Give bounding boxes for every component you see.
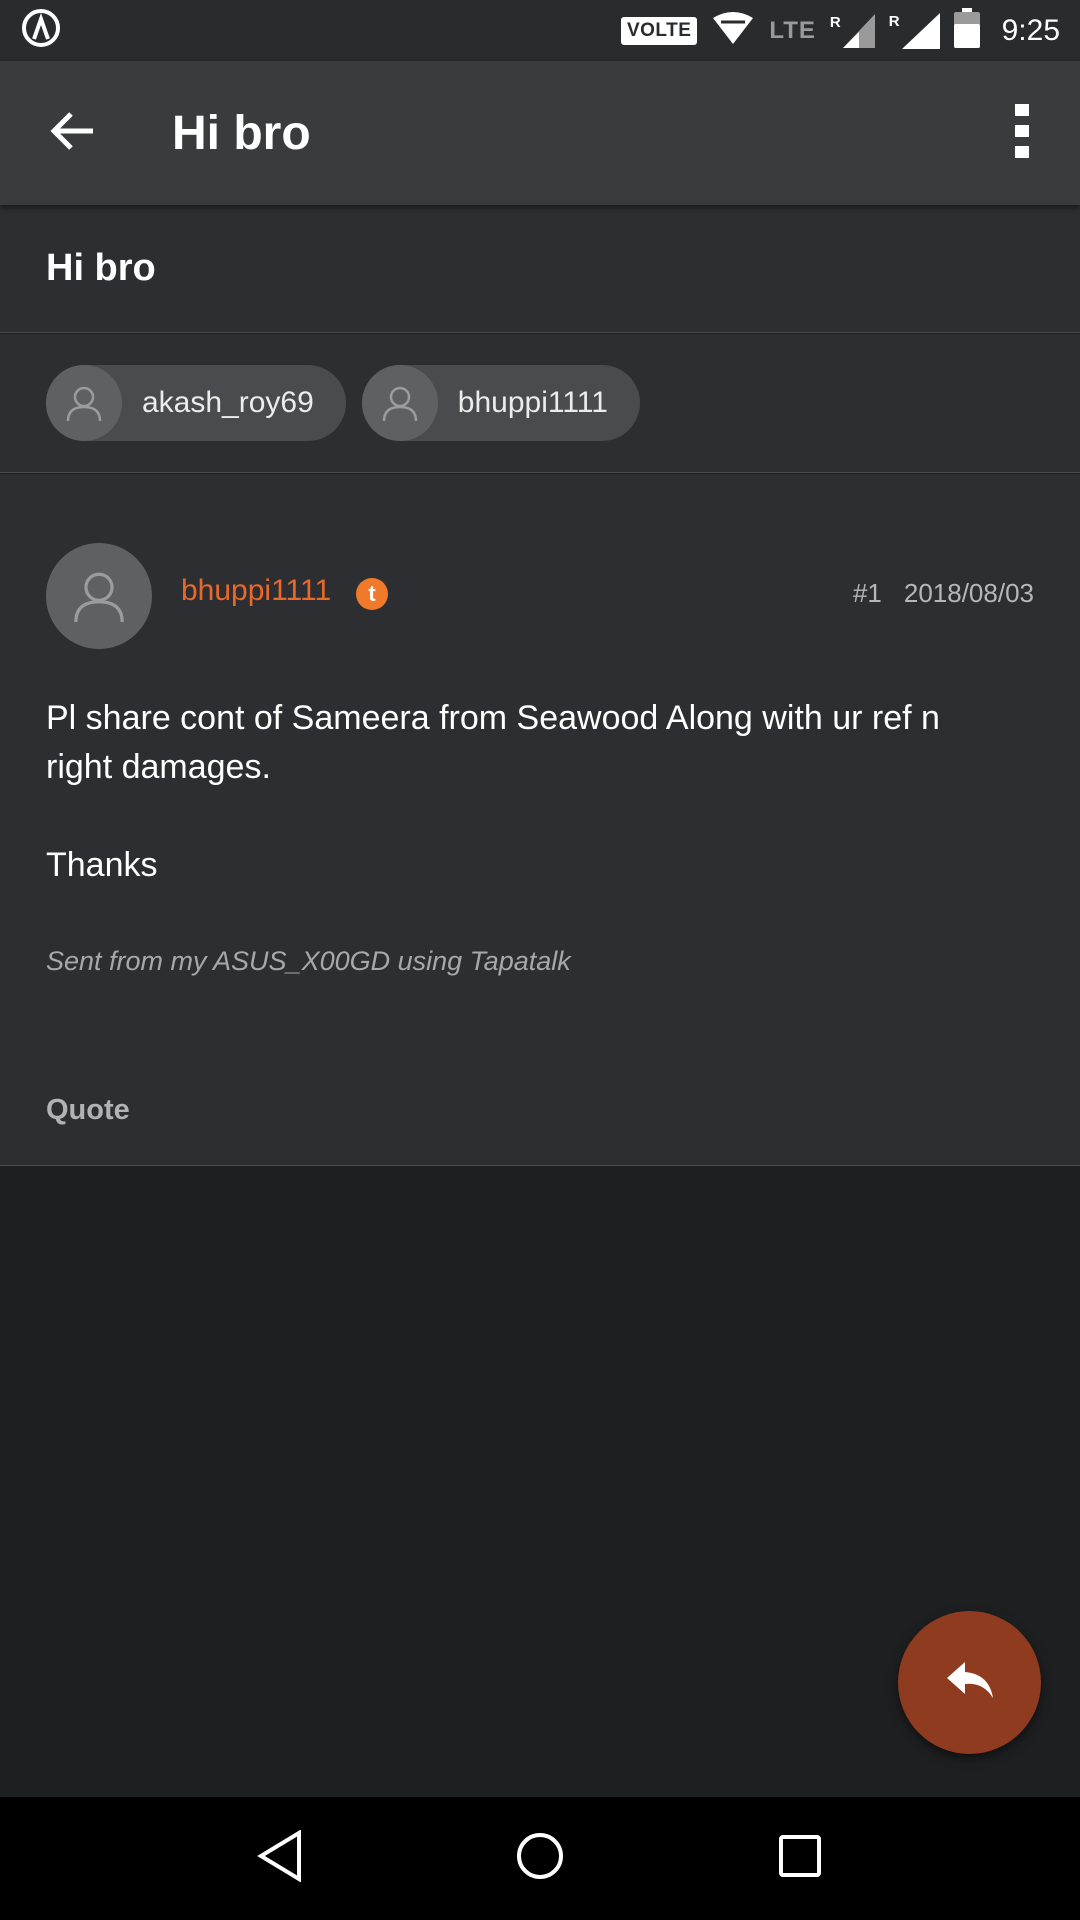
post-author[interactable]: bhuppi1111 xyxy=(181,574,331,608)
participant-name: bhuppi1111 xyxy=(457,386,608,419)
app-bar: Hi bro xyxy=(0,61,1080,205)
nav-back-button[interactable] xyxy=(240,1819,320,1899)
user-icon xyxy=(74,572,124,623)
post-number: #1 xyxy=(852,578,882,608)
signal-icon-2: R xyxy=(888,12,940,49)
reply-button[interactable] xyxy=(898,1611,1041,1754)
nav-recents-button[interactable] xyxy=(760,1819,840,1899)
status-bar: VOLTE LTE R R 9:25 xyxy=(0,0,1080,61)
reply-icon xyxy=(945,1660,995,1705)
wifi-icon xyxy=(711,10,755,51)
post-signature: Sent from my ASUS_X00GD using Tapatalk xyxy=(46,946,571,976)
participants-list: akash_roy69 bhuppi1111 xyxy=(0,334,1080,473)
thread-header: Hi bro xyxy=(0,205,1080,333)
post-text: Thanks xyxy=(46,846,158,884)
page-title: Hi bro xyxy=(172,106,311,160)
avatar xyxy=(361,365,438,441)
app-notification-icon xyxy=(20,7,62,54)
roaming-label-2: R xyxy=(888,12,900,30)
arrow-left-icon xyxy=(49,111,95,156)
navigation-bar xyxy=(0,1797,1080,1920)
quote-button[interactable]: Quote xyxy=(46,1094,130,1127)
status-time: 9:25 xyxy=(1001,13,1060,47)
post-body: Pl share cont of Sameera from Seawood Al… xyxy=(46,694,1006,890)
post-meta: #1 2018/08/03 xyxy=(853,578,1034,609)
user-icon xyxy=(382,386,418,422)
user-icon xyxy=(66,386,102,422)
nav-recents-icon xyxy=(778,1834,822,1883)
participant-name: akash_roy69 xyxy=(142,386,314,419)
post-card: bhuppi1111 t #1 2018/08/03 Pl share cont… xyxy=(0,474,1080,1166)
post-text: Pl share cont of Sameera from Seawood Al… xyxy=(46,699,940,786)
participant-chip[interactable]: bhuppi1111 xyxy=(361,365,640,441)
participant-chip[interactable]: akash_roy69 xyxy=(46,365,346,441)
network-type-label: LTE xyxy=(769,16,816,44)
thread-title: Hi bro xyxy=(46,247,156,289)
nav-home-button[interactable] xyxy=(500,1819,580,1899)
volte-icon: VOLTE xyxy=(620,16,698,45)
signal-icon: R xyxy=(829,13,875,48)
post-date: 2018/08/03 xyxy=(903,578,1034,608)
nav-home-icon xyxy=(515,1831,565,1886)
nav-back-icon xyxy=(257,1829,303,1887)
more-vert-icon xyxy=(1015,103,1029,163)
more-options-button[interactable] xyxy=(992,93,1052,173)
avatar xyxy=(46,365,122,441)
roaming-label: R xyxy=(829,13,841,31)
author-avatar[interactable] xyxy=(46,543,152,649)
battery-icon xyxy=(953,8,980,53)
back-button[interactable] xyxy=(32,93,112,173)
tapatalk-badge-icon: t xyxy=(356,578,388,610)
